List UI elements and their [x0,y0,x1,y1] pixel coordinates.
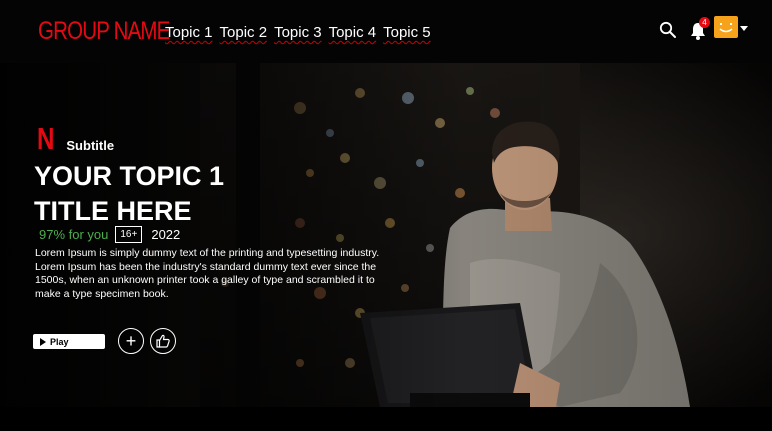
play-label: Play [50,336,69,347]
avatar-smile-icon [719,23,733,33]
thumbs-up-icon [156,334,170,348]
play-icon [40,337,46,346]
hero-description: Lorem Ipsum is simply dummy text of the … [35,247,380,300]
bottom-strip [0,407,772,431]
nav-topic-2[interactable]: Topic 2 [220,24,268,41]
like-button[interactable] [150,328,176,354]
topic-nav: Topic 1 Topic 2 Topic 3 Topic 4 Topic 5 [165,24,438,41]
plus-icon: + [125,331,137,351]
series-badge: N Subtitle [37,121,115,156]
add-to-list-button[interactable]: + [118,328,144,354]
release-year: 2022 [151,227,181,242]
netflix-n-logo: N [37,121,55,156]
play-button[interactable]: Play [33,334,105,349]
hero-subtitle: Subtitle [66,138,115,153]
avatar[interactable] [714,16,738,38]
hero-meta: 97% for you 16+ 2022 [39,226,180,243]
search-icon[interactable] [659,21,677,39]
nav-topic-4[interactable]: Topic 4 [329,24,377,41]
match-score: 97% for you [39,227,109,242]
caret-down-icon[interactable] [740,26,748,31]
nav-topic-1[interactable]: Topic 1 [165,24,213,41]
hero-title: YOUR TOPIC 1 TITLE HERE [34,161,225,226]
brand-logo[interactable]: GROUP NAME [38,17,170,46]
nav-topic-5[interactable]: Topic 5 [383,24,431,41]
top-navigation-bar: GROUP NAME Topic 1 Topic 2 Topic 3 Topic… [0,0,772,63]
nav-topic-3[interactable]: Topic 3 [274,24,322,41]
notification-badge: 4 [699,17,710,28]
hero-banner: N Subtitle YOUR TOPIC 1 TITLE HERE 97% f… [0,63,772,407]
age-rating-badge: 16+ [115,226,143,243]
